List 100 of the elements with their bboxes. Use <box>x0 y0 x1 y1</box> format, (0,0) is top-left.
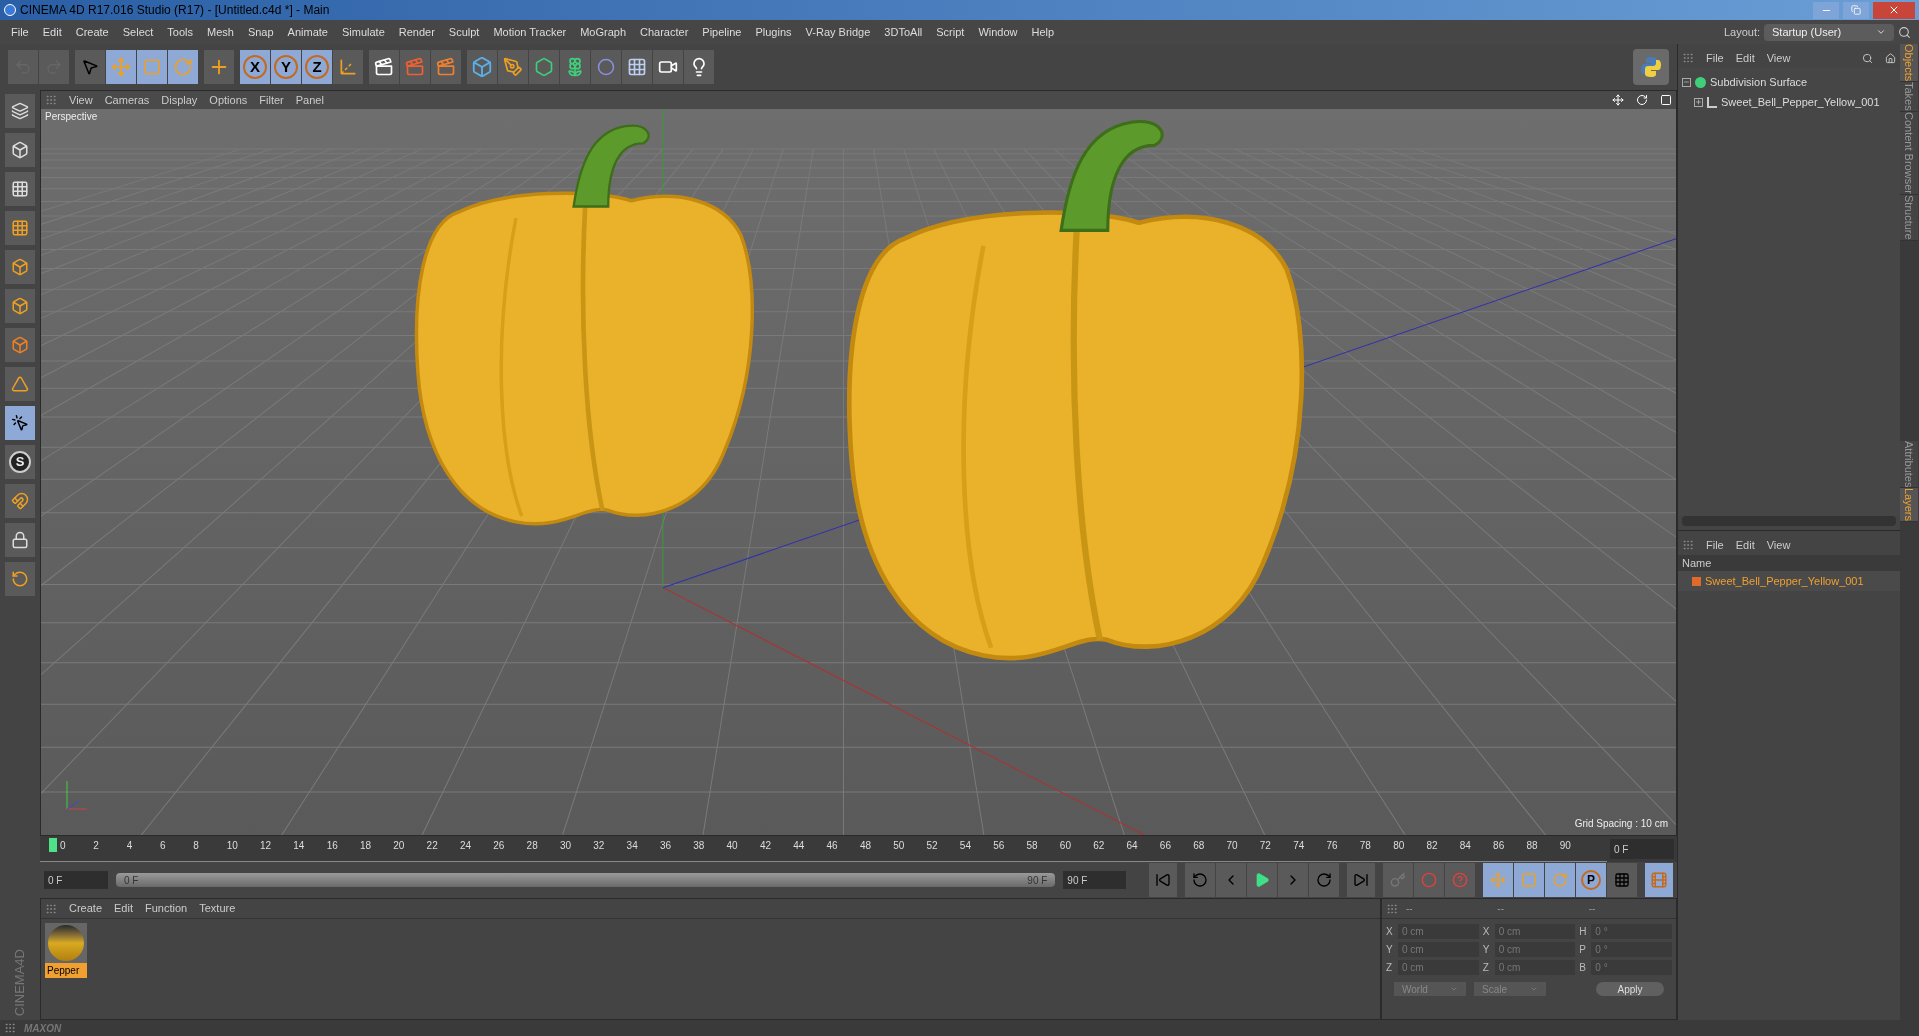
menu-item[interactable]: Pipeline <box>695 23 749 41</box>
viewport-menu-item[interactable]: Filter <box>259 91 284 109</box>
coordinate-system-button[interactable] <box>333 50 363 84</box>
objects-menu-item[interactable]: Edit <box>1735 49 1755 67</box>
menu-item[interactable]: Animate <box>280 23 335 41</box>
next-frame-button[interactable] <box>1278 863 1308 897</box>
menu-item[interactable]: MoGraph <box>573 23 634 41</box>
menu-item[interactable]: Character <box>633 23 696 41</box>
search-icon[interactable] <box>1862 52 1873 64</box>
expand-icon[interactable] <box>1694 97 1703 107</box>
frame-range-slider[interactable]: 0 F 90 F <box>116 873 1056 887</box>
timeline-button[interactable] <box>1645 863 1674 897</box>
side-tab[interactable]: Takes <box>1900 82 1918 113</box>
menu-item[interactable]: Snap <box>240 23 281 41</box>
side-tab[interactable]: Attributes <box>1900 440 1918 489</box>
menu-item[interactable]: Select <box>115 23 161 41</box>
layers-menu-item[interactable]: File <box>1706 536 1724 554</box>
snap-button[interactable]: S <box>5 445 35 479</box>
menu-item[interactable]: Sculpt <box>441 23 487 41</box>
record-parameter-button[interactable]: P <box>1576 863 1606 897</box>
floor-button[interactable] <box>622 50 652 84</box>
menu-item[interactable]: Help <box>1024 23 1062 41</box>
pan-icon[interactable] <box>1612 94 1624 106</box>
light-button[interactable] <box>684 50 714 84</box>
axis-mode-button[interactable] <box>5 367 35 401</box>
planar-button[interactable] <box>5 562 35 596</box>
material-swatch[interactable]: Pepper <box>45 923 87 978</box>
spline-pen-button[interactable] <box>498 50 528 84</box>
texture-mode-button[interactable] <box>5 172 35 206</box>
orbit-icon[interactable] <box>1636 94 1648 106</box>
viewport-menu-item[interactable]: View <box>69 91 93 109</box>
previous-frame-button[interactable] <box>1216 863 1246 897</box>
select-tool-button[interactable] <box>75 50 105 84</box>
next-key-button[interactable] <box>1309 863 1339 897</box>
menu-item[interactable]: Simulate <box>334 23 392 41</box>
menu-item[interactable]: Window <box>971 23 1025 41</box>
viewport-menu-item[interactable]: Panel <box>295 91 324 109</box>
objects-menu-item[interactable]: File <box>1706 49 1724 67</box>
menu-item[interactable]: Tools <box>160 23 200 41</box>
points-mode-button[interactable] <box>5 250 35 284</box>
side-tab[interactable]: Objects <box>1900 44 1918 83</box>
menu-item[interactable]: V-Ray Bridge <box>798 23 878 41</box>
go-to-start-button[interactable] <box>1149 863 1177 897</box>
material-menu-item[interactable]: Texture <box>199 900 236 917</box>
layers-menu-item[interactable]: View <box>1766 536 1791 554</box>
menu-item[interactable]: Render <box>391 23 442 41</box>
layout-dropdown[interactable]: Startup (User) <box>1764 23 1894 41</box>
tweak-button[interactable] <box>5 406 35 440</box>
layers-menu-item[interactable]: Edit <box>1735 536 1755 554</box>
subdivision-button[interactable] <box>529 50 559 84</box>
edges-mode-button[interactable] <box>5 289 35 323</box>
python-button[interactable] <box>1633 49 1669 85</box>
maximize-icon[interactable] <box>1660 94 1672 106</box>
material-menu-item[interactable]: Function <box>145 900 188 917</box>
objects-menu-item[interactable]: View <box>1766 49 1791 67</box>
viewport-menu-item[interactable]: Cameras <box>104 91 150 109</box>
material-menu-item[interactable]: Create <box>69 900 103 917</box>
model-mode-button[interactable] <box>5 133 35 167</box>
viewport-canvas[interactable]: Perspective Grid Spacing : 10 cm <box>41 109 1676 835</box>
play-button[interactable] <box>1247 863 1277 897</box>
menu-item[interactable]: Motion Tracker <box>486 23 574 41</box>
axis-lock-button[interactable]: Z <box>302 50 332 84</box>
menu-item[interactable]: Mesh <box>200 23 241 41</box>
layer-color-swatch[interactable] <box>1692 576 1701 586</box>
menu-item[interactable]: File <box>4 23 36 41</box>
camera-button[interactable] <box>653 50 683 84</box>
render-view-button[interactable] <box>369 50 399 84</box>
mode-button[interactable] <box>5 94 35 128</box>
material-menu-item[interactable]: Edit <box>114 900 133 917</box>
lock-workplane-button[interactable] <box>5 523 35 557</box>
restore-button[interactable] <box>1843 1 1869 19</box>
close-button[interactable] <box>1873 1 1915 19</box>
magnet-button[interactable] <box>5 484 35 518</box>
previous-key-button[interactable] <box>1185 863 1215 897</box>
viewport-menu-item[interactable]: Display <box>161 91 198 109</box>
menu-item[interactable]: Create <box>68 23 116 41</box>
autokey-button[interactable] <box>1445 863 1475 897</box>
recent-tool-button[interactable] <box>204 50 234 84</box>
array-button[interactable] <box>560 50 590 84</box>
end-frame-field[interactable]: 90 F <box>1063 871 1126 889</box>
axis-lock-button[interactable]: Y <box>271 50 301 84</box>
menu-item[interactable]: Script <box>929 23 972 41</box>
side-tab[interactable]: Structure <box>1900 195 1918 241</box>
menu-item[interactable]: Plugins <box>748 23 799 41</box>
search-icon[interactable] <box>1898 25 1911 39</box>
menu-item[interactable]: Edit <box>35 23 69 41</box>
tree-row[interactable]: Subdivision Surface <box>1678 72 1900 92</box>
go-to-end-button[interactable] <box>1347 863 1375 897</box>
record-points-button[interactable] <box>1607 863 1637 897</box>
side-tab[interactable]: Layers <box>1900 488 1918 523</box>
render-settings-button[interactable] <box>431 50 461 84</box>
cube-button[interactable] <box>467 50 497 84</box>
apply-button[interactable]: Apply <box>1596 982 1664 996</box>
tree-row[interactable]: Sweet_Bell_Pepper_Yellow_001 <box>1678 92 1900 112</box>
polygons-mode-button[interactable] <box>5 328 35 362</box>
axis-lock-button[interactable]: X <box>240 50 270 84</box>
side-tab[interactable]: Content Browser <box>1900 112 1918 195</box>
deformer-button[interactable] <box>591 50 621 84</box>
viewport-menu-item[interactable]: Options <box>209 91 248 109</box>
collapse-icon[interactable] <box>1682 77 1691 87</box>
